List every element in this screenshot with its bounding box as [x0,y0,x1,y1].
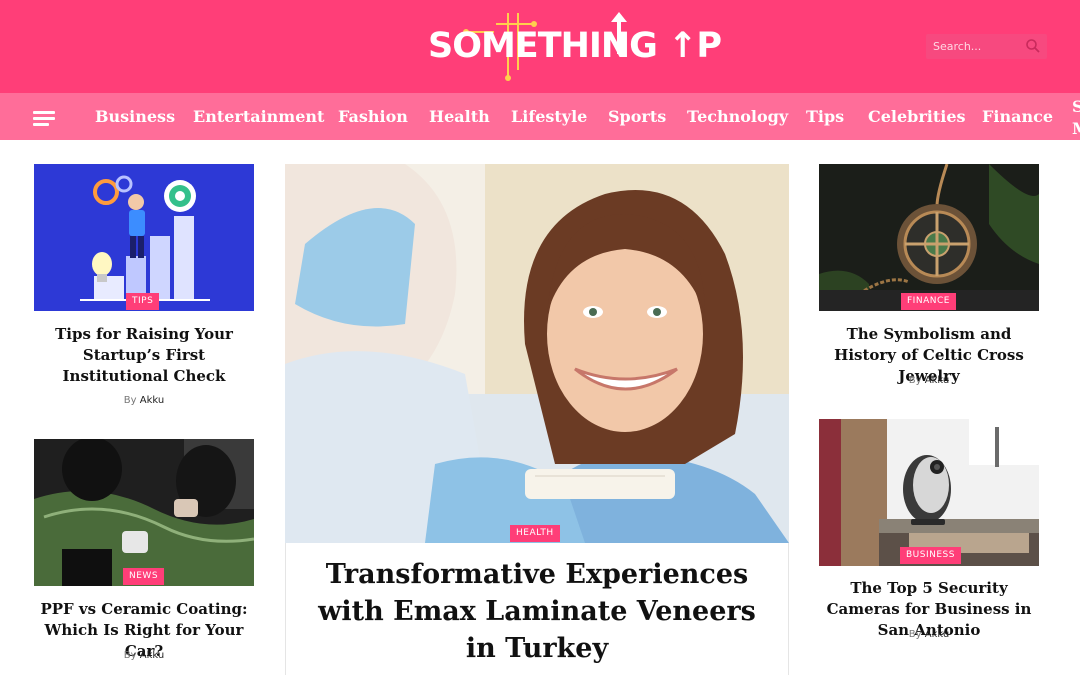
security-camera-photo-icon [819,419,1039,566]
menu-icon[interactable] [33,111,57,127]
nav-item-business[interactable]: Business [95,107,175,126]
category-badge-news[interactable]: NEWS [123,568,165,585]
site-header: SOMETHING ↑P [0,0,1080,93]
byline-prefix: By [123,395,137,406]
author-link[interactable]: Akku [140,395,164,406]
article-byline: By Akku [819,629,1039,640]
author-link[interactable]: Akku [140,650,164,661]
byline-prefix: By [908,629,922,640]
nav-item-cut-line1[interactable]: S [1072,97,1080,116]
celtic-pendant-image[interactable] [819,164,1039,311]
business-illustration-icon [34,164,254,311]
car-wrap-image[interactable] [34,439,254,586]
nav-item-cut-line2[interactable]: M [1072,119,1080,138]
nav-item-entertainment[interactable]: Entertainment [193,107,324,126]
category-badge-business[interactable]: BUSINESS [900,547,961,564]
byline-prefix: By [908,375,922,386]
search-icon[interactable] [1025,38,1041,54]
car-wrap-photo-icon [34,439,254,586]
main-navigation: Business Entertainment Fashion Health Li… [0,93,1080,140]
nav-item-tips[interactable]: Tips [806,107,844,126]
author-link[interactable]: Akku [925,375,949,386]
article-byline: By Akku [34,650,254,661]
nav-item-sports[interactable]: Sports [608,107,666,126]
category-badge-finance[interactable]: FINANCE [901,293,956,310]
category-badge-tips[interactable]: TIPS [126,293,160,310]
nav-item-celebrities[interactable]: Celebrities [868,107,966,126]
article-byline: By Akku [34,395,254,406]
category-badge-health[interactable]: HEALTH [510,525,560,542]
celtic-pendant-photo-icon [819,164,1039,311]
nav-item-finance[interactable]: Finance [982,107,1053,126]
logo-wordmark: SOMETHING ↑P [428,26,722,66]
nav-item-lifestyle[interactable]: Lifestyle [511,107,587,126]
dental-patient-photo-icon [285,164,789,543]
article-title-startup[interactable]: Tips for Raising Your Startup’s First In… [34,324,254,387]
byline-prefix: By [123,650,137,661]
nav-item-fashion[interactable]: Fashion [338,107,408,126]
business-illustration-image[interactable] [34,164,254,311]
logo-text-up: ↑P [668,26,722,66]
nav-item-technology[interactable]: Technology [687,107,788,126]
featured-article-title[interactable]: Transformative Experiences with Emax Lam… [300,556,774,667]
logo-text-main: SOME [428,26,539,66]
nav-item-health[interactable]: Health [429,107,490,126]
security-camera-image[interactable] [819,419,1039,566]
logo-text-rest: HING [560,26,669,66]
logo-text-t: T [537,26,562,66]
featured-article-image[interactable] [285,164,789,543]
article-byline: By Akku [819,375,1039,386]
site-logo[interactable]: SOMETHING ↑P [428,10,722,82]
author-link[interactable]: Akku [925,629,949,640]
search-input[interactable] [926,34,1022,59]
